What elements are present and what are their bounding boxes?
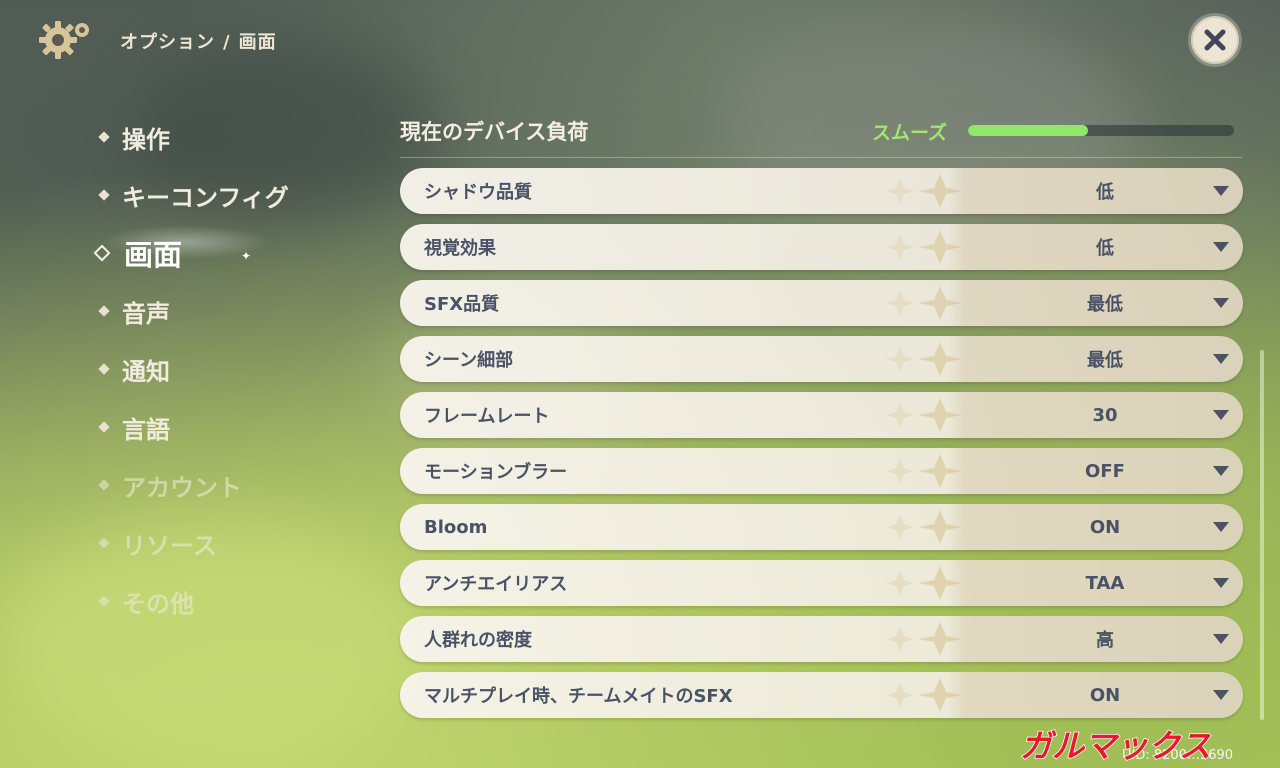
sidebar-item-other[interactable]: その他 (96, 572, 289, 630)
bullet-icon (98, 595, 110, 607)
setting-value[interactable]: 最低 (1005, 290, 1205, 316)
sidebar-item-label: 画面 (124, 238, 183, 272)
decoration-icon (886, 566, 962, 600)
setting-value[interactable]: 30 (1005, 405, 1205, 426)
sidebar-item-label: その他 (122, 589, 194, 618)
sidebar-item-label: 言語 (122, 415, 170, 444)
setting-row[interactable]: 人群れの密度 高 (400, 616, 1243, 662)
breadcrumb-separator: / (223, 32, 231, 53)
device-load-status: スムーズ (872, 122, 948, 144)
setting-row[interactable]: フレームレート 30 (400, 392, 1243, 438)
sidebar-item-audio[interactable]: 音声 (96, 282, 289, 340)
sidebar-item-notifications[interactable]: 通知 (96, 340, 289, 398)
sidebar: 操作 キーコンフィグ 画面 音声 通知 言語 アカウント リソース その他 (93, 108, 289, 630)
setting-label: アンチエイリアス (424, 574, 568, 595)
decoration-icon (886, 510, 962, 544)
sidebar-item-label: リソース (122, 531, 217, 560)
chevron-down-icon[interactable] (1213, 578, 1229, 588)
breadcrumb-current: 画面 (238, 32, 277, 53)
chevron-down-icon[interactable] (1213, 298, 1229, 308)
decoration-icon (886, 678, 962, 712)
sidebar-item-label: 操作 (122, 125, 170, 154)
setting-label: SFX品質 (424, 294, 500, 315)
breadcrumb: オプション / 画面 (120, 28, 277, 54)
setting-value[interactable]: 低 (1005, 234, 1205, 260)
sidebar-item-controls[interactable]: 操作 (96, 108, 289, 166)
setting-value[interactable]: 高 (1005, 626, 1205, 652)
setting-label: シャドウ品質 (424, 182, 532, 203)
setting-row[interactable]: 視覚効果 低 (400, 224, 1243, 270)
decoration-icon (886, 342, 962, 376)
device-load-bar (968, 125, 1234, 136)
close-button[interactable] (1191, 16, 1239, 64)
device-load-label: 現在のデバイス負荷 (400, 120, 589, 144)
chevron-down-icon[interactable] (1213, 466, 1229, 476)
decoration-icon (886, 174, 962, 208)
setting-label: シーン細部 (424, 350, 514, 371)
breadcrumb-parent: オプション (120, 32, 215, 53)
sidebar-item-graphics[interactable]: 画面 (93, 224, 289, 282)
chevron-down-icon[interactable] (1213, 522, 1229, 532)
setting-row[interactable]: アンチエイリアス TAA (400, 560, 1243, 606)
setting-value[interactable]: TAA (1005, 573, 1205, 594)
setting-row[interactable]: マルチプレイ時、チームメイトのSFX ON (400, 672, 1243, 718)
active-diamond-icon (93, 244, 111, 262)
sidebar-item-resources[interactable]: リソース (96, 514, 289, 572)
bullet-icon (98, 363, 110, 375)
setting-label: モーションブラー (424, 462, 568, 483)
setting-label: 人群れの密度 (424, 630, 532, 651)
divider (400, 157, 1242, 158)
sidebar-item-label: 音声 (122, 299, 170, 328)
setting-label: マルチプレイ時、チームメイトのSFX (424, 686, 733, 707)
setting-value[interactable]: ON (1005, 685, 1205, 706)
chevron-down-icon[interactable] (1213, 410, 1229, 420)
svg-text:ガルマックス: ガルマックス (1020, 727, 1211, 764)
setting-label: 視覚効果 (424, 238, 496, 259)
bullet-icon (98, 189, 110, 201)
sidebar-item-label: 通知 (122, 357, 170, 386)
setting-value[interactable]: OFF (1005, 461, 1205, 482)
gear-icon (36, 18, 94, 62)
setting-row[interactable]: シャドウ品質 低 (400, 168, 1243, 214)
setting-value[interactable]: 低 (1005, 178, 1205, 204)
scrollbar[interactable] (1260, 350, 1264, 720)
chevron-down-icon[interactable] (1213, 690, 1229, 700)
bullet-icon (98, 421, 110, 433)
close-icon (1204, 29, 1226, 51)
chevron-down-icon[interactable] (1213, 186, 1229, 196)
setting-label: Bloom (424, 516, 488, 538)
settings-list: シャドウ品質低視覚効果低 SFX品質 最低 シーン細部 最低 フレームレート 30 モーション… (400, 168, 1243, 728)
setting-row[interactable]: モーションブラー OFF (400, 448, 1243, 494)
setting-row[interactable]: SFX品質 最低 (400, 280, 1243, 326)
chevron-down-icon[interactable] (1213, 634, 1229, 644)
setting-value[interactable]: 最低 (1005, 346, 1205, 372)
chevron-down-icon[interactable] (1213, 242, 1229, 252)
chevron-down-icon[interactable] (1213, 354, 1229, 364)
decoration-icon (886, 398, 962, 432)
sidebar-item-label: アカウント (122, 473, 242, 502)
sidebar-item-account[interactable]: アカウント (96, 456, 289, 514)
bullet-icon (98, 479, 110, 491)
sidebar-item-key-config[interactable]: キーコンフィグ (96, 166, 289, 224)
decoration-icon (886, 286, 962, 320)
decoration-icon (886, 454, 962, 488)
bullet-icon (98, 305, 110, 317)
device-load-fill (968, 125, 1088, 136)
decoration-icon (886, 230, 962, 264)
watermark-logo: ガルマックス (1012, 724, 1274, 766)
bullet-icon (98, 537, 110, 549)
bullet-icon (98, 131, 110, 143)
sidebar-item-label: キーコンフィグ (122, 183, 289, 212)
setting-row[interactable]: Bloom ON (400, 504, 1243, 550)
sidebar-item-language[interactable]: 言語 (96, 398, 289, 456)
setting-row[interactable]: シーン細部 最低 (400, 336, 1243, 382)
setting-label: フレームレート (424, 406, 550, 427)
setting-value[interactable]: ON (1005, 517, 1205, 538)
decoration-icon (886, 622, 962, 656)
